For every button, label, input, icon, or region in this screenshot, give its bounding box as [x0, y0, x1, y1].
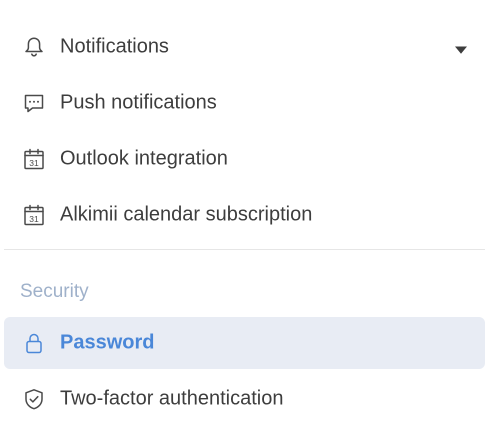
svg-text:31: 31	[29, 214, 39, 224]
svg-text:31: 31	[29, 158, 39, 168]
section-heading-security: Security	[20, 281, 89, 302]
menu-item-label: Alkimii calendar subscription	[60, 203, 313, 226]
menu-item-label: Push notifications	[60, 91, 217, 114]
menu-item-label: Password	[60, 331, 155, 354]
menu-item-label: Outlook integration	[60, 147, 228, 170]
menu-item-push-notifications[interactable]: Push notifications	[4, 77, 485, 129]
bell-icon	[22, 35, 46, 59]
shield-check-icon	[22, 387, 46, 411]
menu-item-label: Two-factor authentication	[60, 387, 284, 410]
lock-icon	[22, 331, 46, 355]
calendar-icon: 31	[22, 147, 46, 171]
menu-item-notifications[interactable]: Notifications	[4, 21, 485, 73]
calendar-icon: 31	[22, 203, 46, 227]
menu-item-alkimii-calendar-subscription[interactable]: 31 Alkimii calendar subscription	[4, 189, 485, 241]
caret-down-icon[interactable]	[454, 42, 468, 54]
section-divider	[4, 249, 485, 250]
menu-item-outlook-integration[interactable]: 31 Outlook integration	[4, 133, 485, 185]
menu-item-password[interactable]: Password	[4, 317, 485, 369]
menu-item-label: Notifications	[60, 35, 169, 58]
settings-menu: Notifications Push notifications 31 Outl…	[0, 0, 504, 444]
menu-item-two-factor-authentication[interactable]: Two-factor authentication	[4, 373, 485, 425]
chat-bubble-icon	[22, 91, 46, 115]
